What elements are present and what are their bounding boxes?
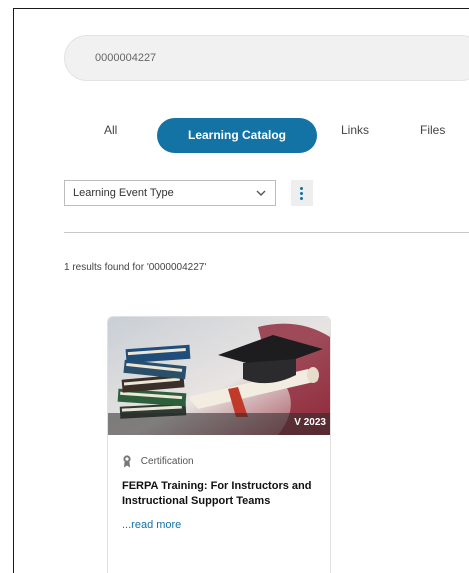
learning-event-type-select[interactable]: Learning Event Type <box>64 180 276 206</box>
category-label: Certification <box>140 456 194 468</box>
course-title[interactable]: FERPA Training: For Instructors and Inst… <box>122 479 322 509</box>
award-ribbon-icon <box>123 455 131 468</box>
vertical-ellipsis-icon-dot <box>300 192 303 195</box>
more-options-button[interactable] <box>291 180 313 206</box>
tab-learning-catalog[interactable]: Learning Catalog <box>157 118 317 153</box>
course-card[interactable]: V 2023 Certification FERPA Training: For… <box>107 316 331 573</box>
search-input[interactable]: 0000004227 <box>64 35 469 81</box>
chevron-down-icon <box>256 190 266 196</box>
divider <box>64 232 469 233</box>
version-badge: V 2023 <box>294 417 326 428</box>
select-value: Learning Event Type <box>73 187 174 199</box>
read-more-link[interactable]: ...read more <box>122 519 181 531</box>
tab-links[interactable]: Links <box>341 122 369 138</box>
vertical-ellipsis-icon <box>300 187 303 190</box>
course-category: Certification <box>122 455 194 469</box>
tab-all[interactable]: All <box>104 122 117 138</box>
results-summary: 1 results found for '0000004227' <box>64 262 207 273</box>
tab-files[interactable]: Files <box>420 122 445 138</box>
search-query-text: 0000004227 <box>95 52 157 64</box>
vertical-ellipsis-icon-dot <box>300 197 303 200</box>
